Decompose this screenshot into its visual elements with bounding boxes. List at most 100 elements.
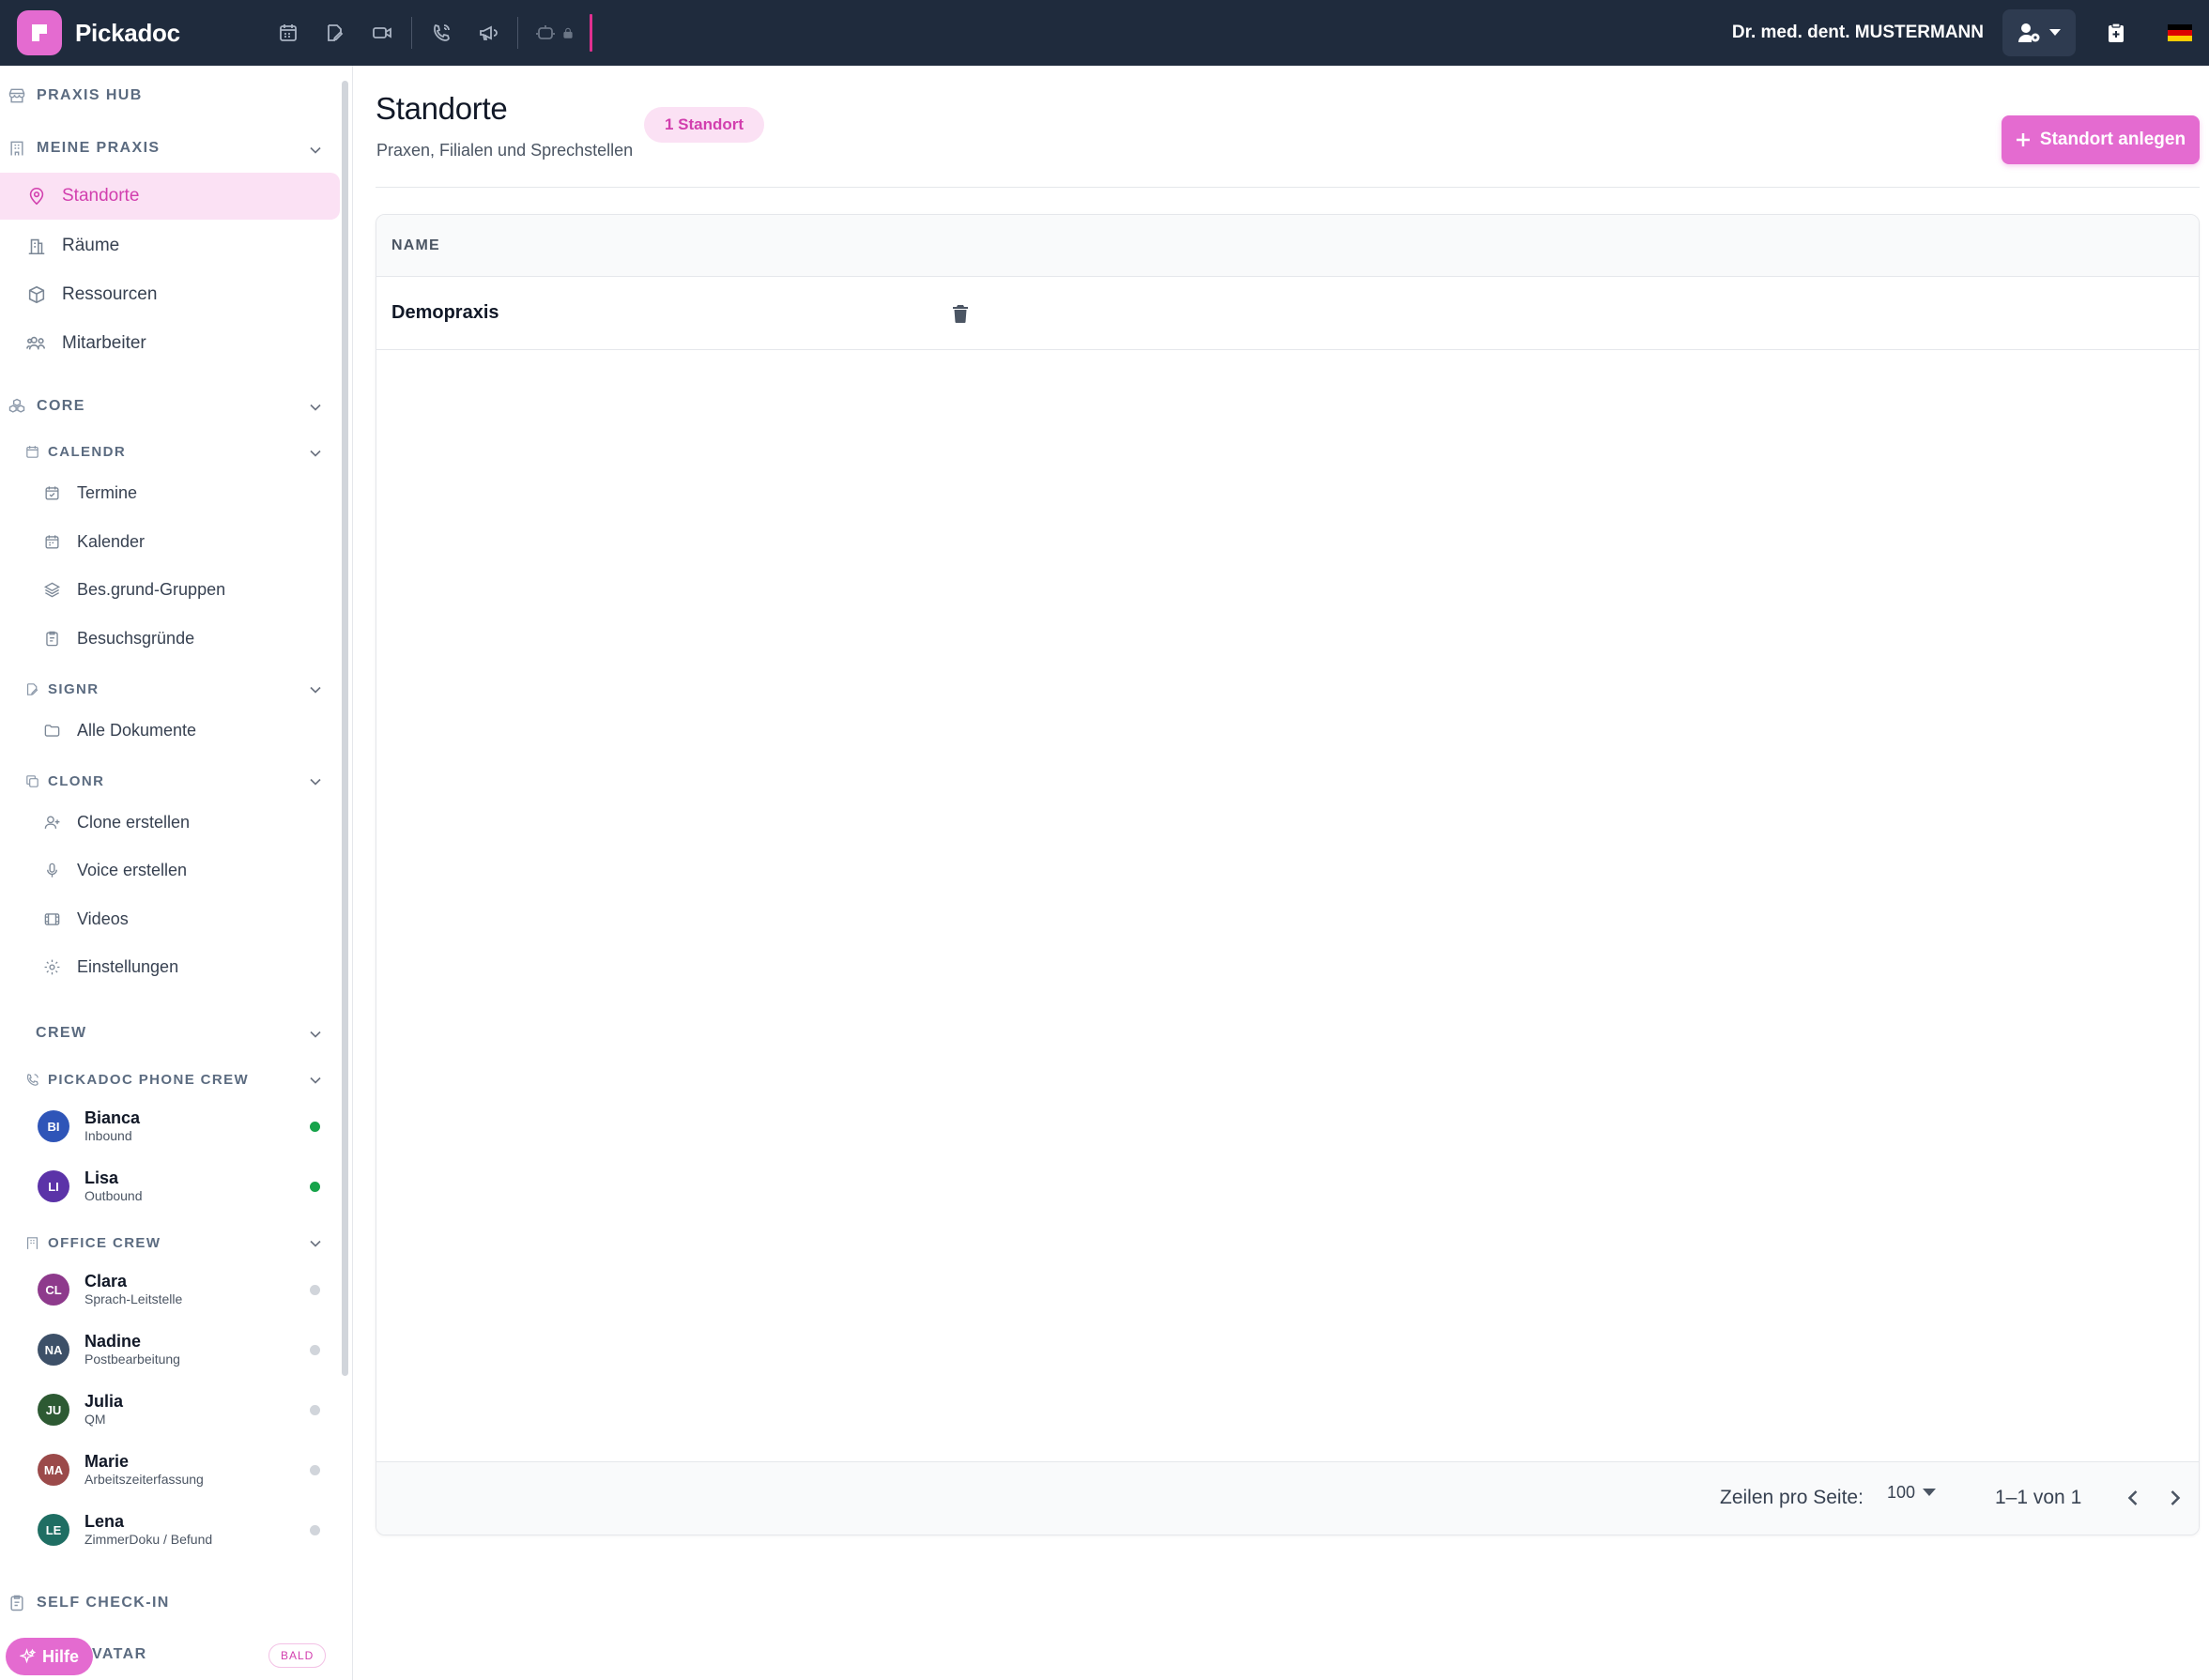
table-pagination: Zeilen pro Seite: 100 1–1 von 1 [376,1461,2199,1535]
rows-per-page-select[interactable]: 100 [1887,1483,1937,1503]
chevron-down-icon[interactable] [306,772,325,791]
building-icon [26,1237,38,1249]
chevron-down-icon[interactable] [306,1025,325,1044]
chevron-down-icon[interactable] [306,398,325,417]
sidebar-section-core[interactable]: CORE [8,397,85,416]
sidebar-item-termine[interactable]: Termine [0,472,340,513]
user-settings-icon [2018,23,2040,42]
column-header-name[interactable]: NAME [391,237,440,254]
sidebar-item-voice-erstellen[interactable]: Voice erstellen [0,849,340,891]
chevron-down-icon[interactable] [306,141,325,160]
crew-member-role: Postbearbeitung [84,1352,180,1367]
calendar-check-icon [45,485,59,500]
sidebar-item-besgrund-gruppen[interactable]: Bes.grund-Gruppen [0,569,340,610]
sidebar-item-alle-dokumente[interactable]: Alle Dokumente [0,710,340,751]
sidebar-subsection-clonr[interactable]: CLONR [24,773,104,789]
sign-icon[interactable] [312,9,359,56]
crew-member-lisa[interactable]: LI Lisa Outbound [38,1162,329,1211]
crew-member-nadine[interactable]: NA Nadine Postbearbeitung [38,1325,329,1374]
layers-icon [43,582,61,597]
sidebar-scrollbar[interactable] [342,81,348,1376]
table-header: NAME [376,215,2199,277]
sidebar-item-ressourcen[interactable]: Ressourcen [0,271,340,318]
crew-member-name: Lisa [84,1168,119,1187]
app-logo[interactable]: Pickadoc [17,10,180,55]
help-button-label: Hilfe [41,1646,79,1666]
sidebar-subsection-office-crew[interactable]: OFFICE CREW [24,1235,161,1251]
calendar-icon[interactable] [265,9,312,56]
crew-member-name: Bianca [84,1108,141,1127]
chevron-down-icon[interactable] [306,444,325,463]
header-divider [376,187,2200,188]
user-menu-button[interactable] [2002,9,2076,56]
active-indicator [589,14,592,52]
status-online-indicator [310,1182,320,1192]
sidebar-section-crew[interactable]: CREW [36,1025,86,1042]
sidebar-item-label: Mitarbeiter [62,333,146,353]
megaphone-icon[interactable] [465,9,512,56]
crew-member-name: Julia [84,1392,124,1411]
sidebar-item-label: Kalender [77,531,146,551]
caret-down-icon [2049,29,2061,36]
crew-member-marie[interactable]: MA Marie Arbeitszeiterfassung [38,1445,329,1494]
add-location-button-label: Standort anlegen [2039,130,2186,149]
video-icon[interactable] [359,9,406,56]
sidebar-subsection-label: OFFICE CREW [48,1235,161,1251]
next-page-chevron-right-icon[interactable] [2162,1485,2188,1516]
chevron-down-icon[interactable] [306,680,325,699]
previous-page-chevron-left-icon[interactable] [2120,1485,2146,1516]
help-button[interactable]: Hilfe [6,1638,93,1675]
sidebar-item-einstellungen[interactable]: Einstellungen [0,946,340,987]
phone-icon[interactable] [418,9,465,56]
add-location-button[interactable]: Standort anlegen [2002,115,2200,164]
sidebar-item-mitarbeiter[interactable]: Mitarbeiter [0,320,340,367]
table-row[interactable]: Demopraxis [376,277,2199,350]
sidebar-section-avatar: VATAR [92,1646,147,1662]
crew-member-julia[interactable]: JU Julia QM [38,1385,329,1434]
sign-icon [26,683,38,695]
sidebar-item-besuchsgruende[interactable]: Besuchsgründe [0,618,340,659]
avatar: NA [38,1334,69,1366]
sidebar-section-self-checkin[interactable]: SELF CHECK-IN [8,1594,170,1612]
clipboard-badge-icon[interactable] [2093,9,2140,56]
sidebar: PRAXIS HUB MEINE PRAXIS Standorte Räume … [0,66,353,1680]
users-icon [26,336,46,350]
sidebar-item-raeume[interactable]: Räume [0,222,340,269]
film-icon [44,912,60,925]
language-flag-de-icon[interactable] [2168,24,2192,41]
sidebar-subsection-calendr[interactable]: CALENDR [24,444,126,460]
crew-member-role: Arbeitszeiterfassung [84,1472,204,1487]
sidebar-subsection-phone-crew[interactable]: PICKADOC PHONE CREW [24,1072,249,1088]
crew-member-name: Nadine [84,1332,142,1351]
sidebar-item-standorte[interactable]: Standorte [0,173,340,220]
sidebar-section-meine-praxis[interactable]: MEINE PRAXIS [8,139,161,158]
crew-member-clara[interactable]: CL Clara Sprach-Leitstelle [38,1265,329,1314]
pagination-range: 1–1 von 1 [1995,1487,2082,1508]
app-name: Pickadoc [75,18,180,47]
sidebar-subsection-signr[interactable]: SIGNR [24,681,100,697]
delete-trash-icon[interactable] [945,298,975,328]
sidebar-section-label: MEINE PRAXIS [37,140,161,156]
sidebar-item-kalender[interactable]: Kalender [0,521,340,562]
sidebar-item-clone-erstellen[interactable]: Clone erstellen [0,802,340,843]
crew-member-bianca[interactable]: BI Bianca Inbound [38,1102,329,1151]
user-name: Dr. med. dent. MUSTERMANN [1731,23,1984,42]
rows-per-page-label: Zeilen pro Seite: [1720,1487,1864,1508]
sidebar-section-praxis-hub[interactable]: PRAXIS HUB [8,86,143,105]
map-pin-icon [29,187,44,206]
pickadoc-logo-icon [17,10,62,55]
status-offline-indicator [310,1285,320,1295]
chevron-down-icon[interactable] [306,1234,325,1253]
avatar: LI [38,1170,69,1202]
sidebar-section-label: SELF CHECK-IN [37,1595,170,1611]
crew-member-lena[interactable]: LE Lena ZimmerDoku / Befund [38,1505,329,1554]
status-online-indicator [310,1122,320,1132]
chevron-down-icon[interactable] [306,1071,325,1090]
status-offline-indicator [310,1345,320,1355]
location-count-badge: 1 Standort [644,107,765,143]
sidebar-item-videos[interactable]: Videos [0,898,340,939]
location-name-cell: Demopraxis [391,302,499,323]
sidebar-subsection-label: PICKADOC PHONE CREW [48,1072,250,1088]
avatar: LE [38,1514,69,1546]
crew-member-name: Lena [84,1512,125,1531]
